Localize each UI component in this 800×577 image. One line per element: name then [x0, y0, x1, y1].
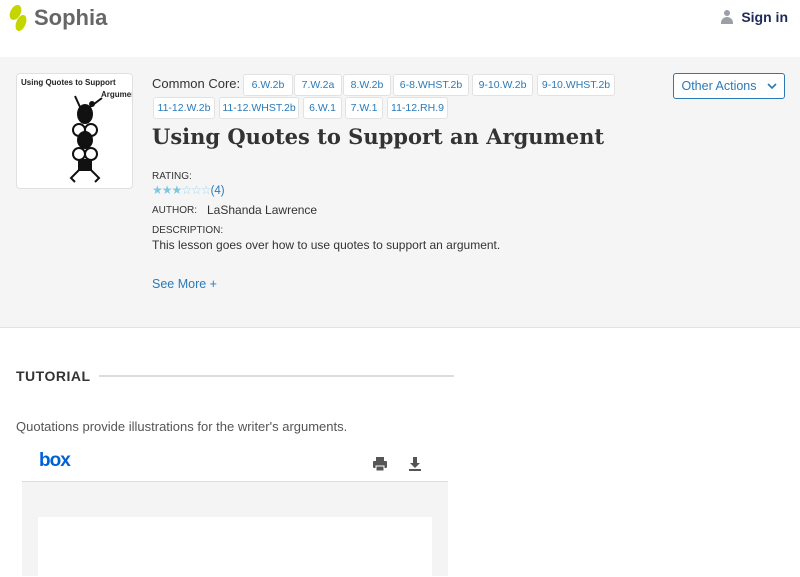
other-actions-label: Other Actions: [681, 79, 757, 93]
chevron-down-icon: [766, 83, 777, 89]
box-document-viewer: box: [22, 448, 448, 577]
author-label: AUTHOR:: [152, 205, 197, 216]
tutorial-intro: Quotations provide illustrations for the…: [16, 419, 348, 434]
see-more-link[interactable]: See More +: [152, 277, 217, 291]
box-logo[interactable]: box: [39, 450, 71, 472]
star-filled-icon: ★★★: [152, 183, 182, 197]
tutorial-heading: TUTORIAL: [16, 368, 454, 384]
common-core-label: Common Core:: [152, 76, 241, 91]
document-page: [38, 517, 432, 577]
download-icon[interactable]: [407, 456, 423, 472]
lesson-info: Using Quotes to Support Arguments Common…: [0, 57, 800, 328]
standard-tag[interactable]: 9-10.WHST.2b: [537, 74, 615, 96]
other-actions-dropdown[interactable]: Other Actions: [673, 73, 785, 99]
author-name: LaShanda Lawrence: [207, 203, 318, 217]
site-header: Sophia Sign in: [0, 0, 800, 57]
stacked-figures-image: [69, 95, 103, 183]
lesson-thumbnail: Using Quotes to Support Arguments: [16, 73, 133, 189]
tutorial-title: TUTORIAL: [16, 368, 91, 384]
standard-tag[interactable]: 6-8.WHST.2b: [393, 74, 469, 96]
description-label: DESCRIPTION:: [152, 225, 224, 236]
brand-name: Sophia: [34, 5, 108, 30]
standard-tag[interactable]: 11-12.WHST.2b: [219, 97, 299, 119]
standard-tag[interactable]: 8.W.2b: [343, 74, 391, 96]
sophia-logo[interactable]: Sophia: [10, 5, 107, 31]
description-text: This lesson goes over how to use quotes …: [152, 238, 501, 252]
standard-tag[interactable]: 7.W.2a: [294, 74, 342, 96]
star-empty-icon: ☆☆☆: [181, 183, 211, 197]
star-rating[interactable]: ★★★☆☆☆(4): [152, 183, 225, 197]
print-icon[interactable]: [372, 456, 388, 472]
standard-tag[interactable]: 7.W.1: [345, 97, 383, 119]
user-icon: [721, 10, 734, 24]
lesson-title: Using Quotes to Support an Argument: [152, 124, 605, 149]
standard-tag[interactable]: 6.W.1: [303, 97, 342, 119]
sign-in-button[interactable]: Sign in: [721, 9, 788, 25]
standard-tag[interactable]: 11-12.W.2b: [153, 97, 215, 119]
rating-count[interactable]: (4): [211, 185, 225, 197]
rating-label: RATING:: [152, 171, 192, 182]
standard-tag[interactable]: 6.W.2b: [243, 74, 293, 96]
viewer-toolbar: box: [22, 448, 448, 482]
standard-tag[interactable]: 9-10.W.2b: [472, 74, 533, 96]
standard-tag[interactable]: 11-12.RH.9: [387, 97, 448, 119]
sophia-logo-icon: [10, 5, 28, 31]
divider: [98, 375, 454, 377]
sign-in-label: Sign in: [741, 9, 788, 25]
